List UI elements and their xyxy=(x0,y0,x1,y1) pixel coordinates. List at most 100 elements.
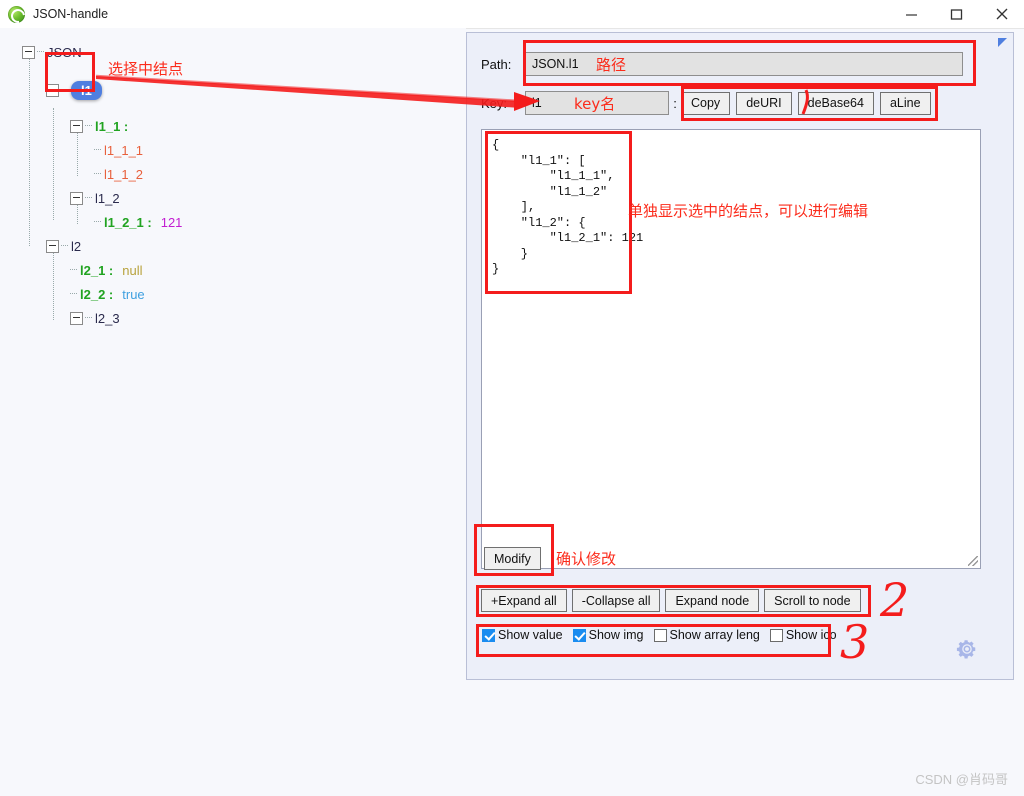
window-title: JSON-handle xyxy=(33,7,109,21)
window-controls xyxy=(889,0,1024,28)
tree-guide xyxy=(53,252,54,320)
annotation-mark-three: 3 xyxy=(840,615,870,669)
deuri-button[interactable]: deURI xyxy=(736,91,792,115)
annotation-key-note: key名 xyxy=(574,95,616,113)
tree-node-colon: : xyxy=(143,214,152,230)
browser-globe-icon xyxy=(8,5,25,23)
checkbox-icon[interactable] xyxy=(653,628,667,642)
tree-node-label: l1_1_1 xyxy=(104,142,144,158)
tree-node-label-selected: l1 xyxy=(71,80,102,100)
tree-node-l2_2[interactable]: l2_2 : true xyxy=(70,282,145,306)
tree-guide xyxy=(94,173,101,175)
close-button[interactable] xyxy=(979,0,1024,28)
tree-node-l1_1_2[interactable]: l1_1_2 xyxy=(94,162,143,186)
key-label: Key: xyxy=(481,95,508,111)
tree-node-colon: : xyxy=(120,118,129,134)
tree-node-l1[interactable]: l1 xyxy=(46,78,102,102)
tree-guide xyxy=(85,317,92,319)
tree-guide xyxy=(61,89,68,91)
checkbox-label: Show value xyxy=(498,628,563,642)
scroll-to-node-button[interactable]: Scroll to node xyxy=(764,589,861,612)
tree-node-label: l2_2 xyxy=(80,286,106,302)
tree-node-value: true xyxy=(122,286,145,302)
tree-guide xyxy=(29,56,30,246)
annotation-mark-two: 2 xyxy=(880,573,910,627)
tree-node-label: l1_1 xyxy=(95,118,121,134)
json-editor[interactable]: { "l1_1": [ "l1_1_1", "l1_1_2" ], "l1_2"… xyxy=(481,129,981,569)
path-label: Path: xyxy=(481,56,512,72)
checkbox-show-value[interactable]: Show value xyxy=(482,628,563,642)
tree-guide xyxy=(94,149,101,151)
node-action-buttons: +Expand all -Collapse all Expand node Sc… xyxy=(481,589,861,612)
modify-button[interactable]: Modify xyxy=(484,547,541,570)
tree-guide xyxy=(85,125,92,127)
maximize-button[interactable] xyxy=(934,0,979,28)
tree-guide xyxy=(85,197,92,199)
tree-node-value: 121 xyxy=(160,214,183,230)
checkbox-show-ico[interactable]: Show ico xyxy=(769,628,837,642)
expander-icon[interactable] xyxy=(46,83,59,97)
expander-icon[interactable] xyxy=(70,119,83,133)
watermark: CSDN @肖码哥 xyxy=(915,772,1008,787)
tree-guide xyxy=(70,293,77,295)
tree-node-l1_1[interactable]: l1_1 : xyxy=(70,114,128,138)
tree-node-colon: : xyxy=(105,262,114,278)
checkbox-icon[interactable] xyxy=(482,628,495,642)
path-input[interactable]: JSON.l1 xyxy=(525,52,963,76)
copy-button[interactable]: Copy xyxy=(681,91,731,115)
display-options: Show value Show img Show array leng Show… xyxy=(482,628,844,642)
collapse-all-button[interactable]: -Collapse all xyxy=(571,589,661,612)
tree-guide xyxy=(37,51,44,53)
tree-node-value: null xyxy=(122,262,143,278)
checkbox-label: Show array leng xyxy=(669,628,760,642)
tree-guide xyxy=(70,269,77,271)
tree-node-label: l2 xyxy=(71,238,82,254)
tree-node-label: l2_3 xyxy=(95,310,120,326)
window-title-bar: JSON-handle xyxy=(0,0,1024,29)
tree-node-json[interactable]: JSON xyxy=(22,40,82,64)
tree-node-l2_1[interactable]: l2_1 : null xyxy=(70,258,143,282)
key-row: Key: l1 : Copy deURI deBase64 aLine xyxy=(481,91,931,115)
tree-guide xyxy=(61,245,68,247)
expander-icon[interactable] xyxy=(22,45,35,59)
checkbox-icon[interactable] xyxy=(769,628,783,642)
tree-node-label: l1_1_2 xyxy=(104,166,144,182)
checkbox-label: Show img xyxy=(588,628,644,642)
tree-node-l1_1_1[interactable]: l1_1_1 xyxy=(94,138,143,162)
tree-node-l1_2[interactable]: l1_2 xyxy=(70,186,120,210)
annotation-modify-note: 确认修改 xyxy=(556,550,617,568)
checkbox-show-array-leng[interactable]: Show array leng xyxy=(653,628,760,642)
expander-icon[interactable] xyxy=(70,311,83,325)
gear-icon[interactable] xyxy=(956,638,978,665)
json-tree-panel[interactable]: JSON l1 l1_1 : l1_1_1 l1_1_2 l1_2 l1_2_1… xyxy=(0,28,466,796)
tree-guide xyxy=(94,221,101,223)
annotation-path-note: 路径 xyxy=(596,56,627,74)
tree-guide xyxy=(77,132,78,176)
key-separator: : xyxy=(673,95,677,111)
node-detail-panel: Path: JSON.l1 Key: l1 : Copy deURI deBas… xyxy=(466,32,1014,680)
tree-node-colon: : xyxy=(105,286,114,302)
triangle-icon[interactable] xyxy=(998,38,1007,47)
tree-node-l2_3[interactable]: l2_3 xyxy=(70,306,120,330)
checkbox-label: Show ico xyxy=(785,628,837,642)
path-row: Path: JSON.l1 xyxy=(481,52,963,76)
annotation-editor-note: 单独显示选中的结点，可以进行编辑 xyxy=(628,202,869,220)
expander-icon[interactable] xyxy=(46,239,59,253)
expander-icon[interactable] xyxy=(70,191,83,205)
resize-grip-icon[interactable] xyxy=(968,556,978,566)
tree-node-label: JSON xyxy=(47,44,82,60)
aline-button[interactable]: aLine xyxy=(879,91,931,115)
expand-node-button[interactable]: Expand node xyxy=(665,589,760,612)
expand-all-button[interactable]: +Expand all xyxy=(481,589,567,612)
tree-node-label: l1_2 xyxy=(95,190,120,206)
tree-node-label: l2_1 xyxy=(80,262,106,278)
tree-node-label: l1_2_1 xyxy=(104,214,144,230)
checkbox-icon[interactable] xyxy=(572,628,586,642)
tree-node-l2[interactable]: l2 xyxy=(46,234,81,258)
checkbox-show-img[interactable]: Show img xyxy=(572,628,644,642)
minimize-button[interactable] xyxy=(889,0,934,28)
tree-guide xyxy=(53,108,54,220)
debase64-button[interactable]: deBase64 xyxy=(797,91,874,115)
tree-node-l1_2_1[interactable]: l1_2_1 : 121 xyxy=(94,210,182,234)
annotation-selected-node-note: 选择中结点 xyxy=(108,60,184,78)
